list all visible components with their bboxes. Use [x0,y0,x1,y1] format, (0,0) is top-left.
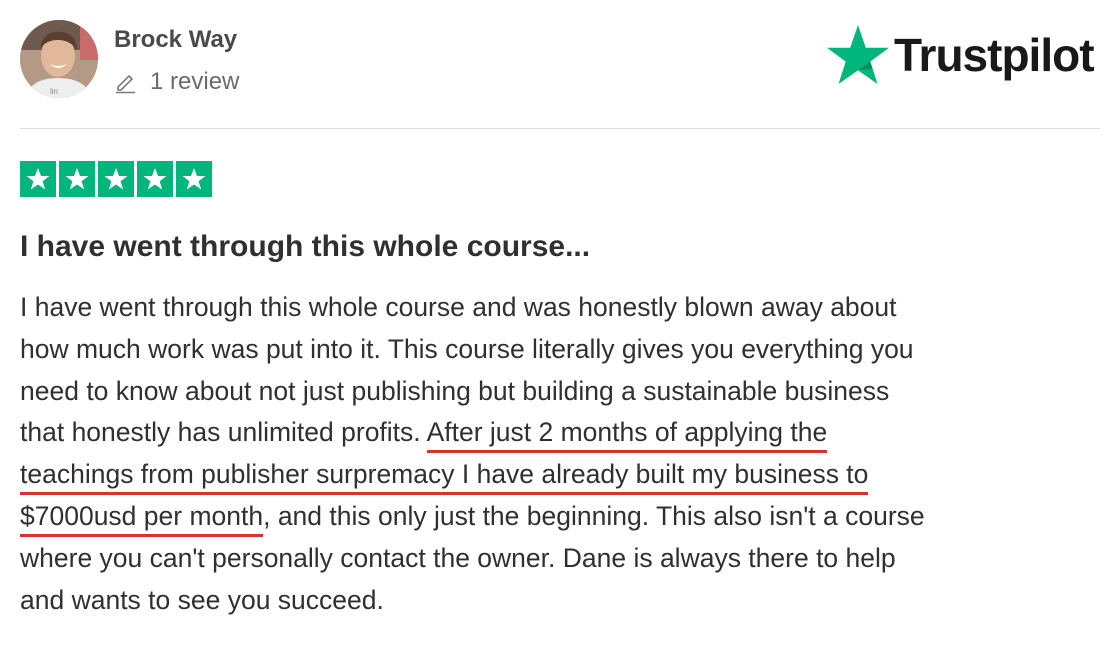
review-body-line: need to know about not just publishing b… [20,371,1110,413]
review-title[interactable]: I have went through this whole course... [20,226,590,268]
pencil-icon [114,70,138,94]
review-count-label: 1 review [150,68,240,95]
highlighted-text: $7000usd per month [20,500,264,537]
reviewer-name[interactable]: Brock Way [114,24,237,56]
review-body-line: where you can't personally contact the o… [20,538,1110,580]
review-text: and wants to see you succeed. [20,584,384,615]
svg-text:lin: lin [50,87,58,96]
rating-star-icon [20,161,56,197]
review-count[interactable]: 1 review [114,66,239,98]
star-rating [20,161,212,197]
avatar[interactable]: lin [20,20,98,98]
rating-star-icon [59,161,95,197]
highlighted-text: After just 2 months of applying the [426,417,828,454]
trustpilot-logo[interactable]: Trustpilot [826,22,1095,88]
trustpilot-logo-text: Trustpilot [894,29,1095,81]
review-text: where you can't personally contact the o… [20,542,896,573]
rating-star-icon [98,161,134,197]
review-text: I have went through this whole course an… [20,292,897,322]
review-body-line: how much work was put into it. This cour… [20,329,1110,371]
star-icon [827,25,889,84]
review-text: how much work was put into it. This cour… [20,333,914,364]
review-text: that honestly has unlimited profits. [20,417,427,448]
review-body-line: and wants to see you succeed. [20,580,1110,622]
rating-star-icon [137,161,173,197]
review-text: , and this only just the beginning. This… [263,500,925,531]
rating-star-icon [176,161,212,197]
profile-photo-icon: lin [20,20,98,98]
review-body-line: that honestly has unlimited profits. Aft… [20,412,1110,454]
review-body-line: teachings from publisher surpremacy I ha… [20,454,1110,496]
review-body: I have went through this whole course an… [20,287,1110,621]
review-body-line: $7000usd per month, and this only just t… [20,496,1110,538]
header-divider [20,128,1100,129]
highlighted-text: teachings from publisher surpremacy I ha… [20,459,869,496]
review-text: need to know about not just publishing b… [20,375,890,406]
review-body-line: I have went through this whole course an… [20,287,1110,329]
